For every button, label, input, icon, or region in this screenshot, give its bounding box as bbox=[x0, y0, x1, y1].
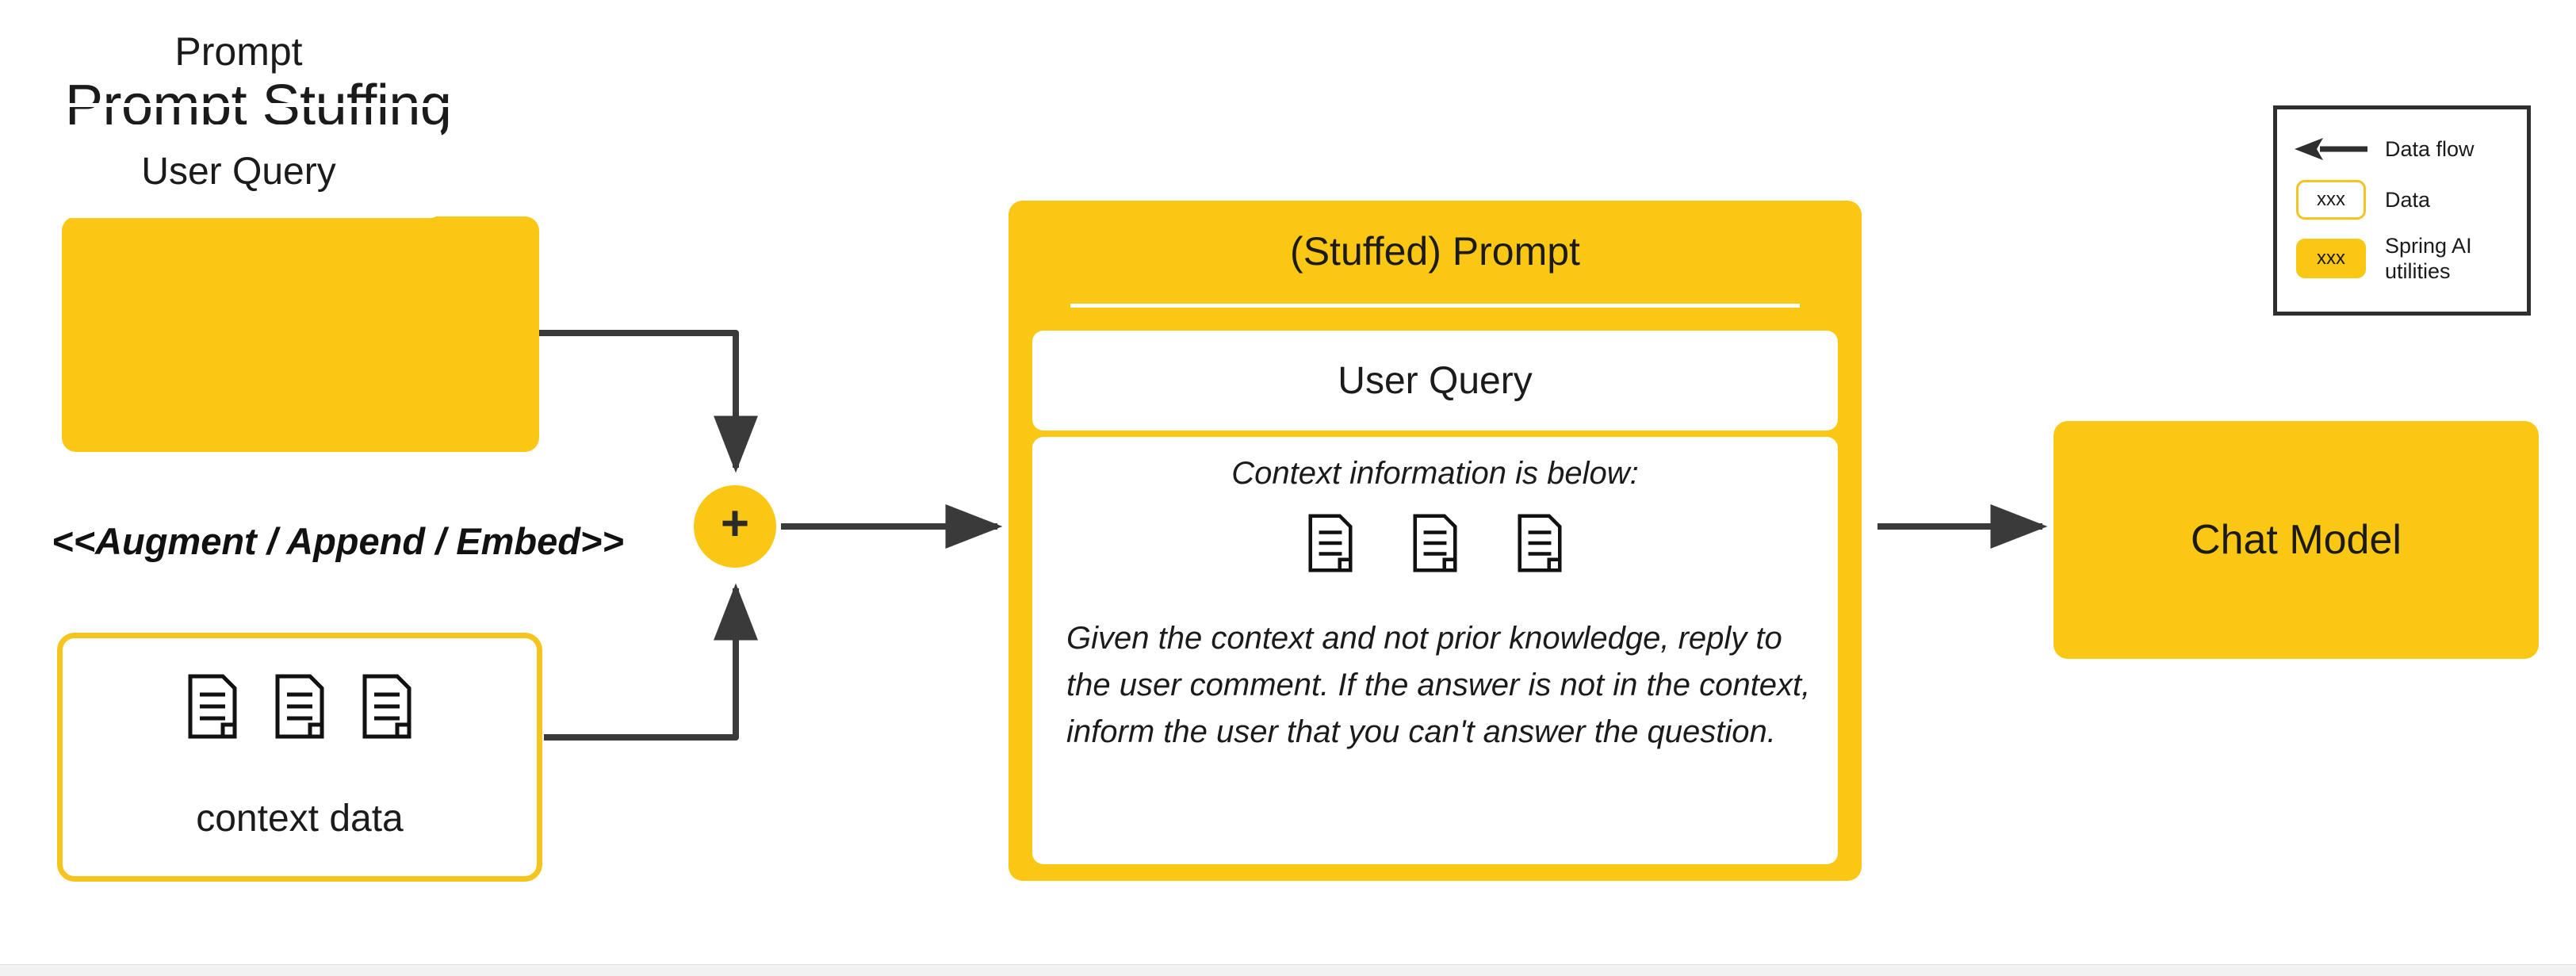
context-data-card[interactable] bbox=[57, 633, 542, 882]
prompt-card[interactable] bbox=[62, 216, 539, 452]
prompt-card-divider bbox=[62, 103, 477, 107]
arrow-context-to-merge bbox=[544, 583, 758, 741]
document-icon bbox=[1518, 514, 1562, 572]
context-data-label: context data bbox=[196, 798, 404, 840]
context-data-documents bbox=[57, 674, 542, 739]
document-icon bbox=[1308, 514, 1353, 572]
document-icon bbox=[188, 674, 237, 739]
spring-chip: xxx bbox=[2291, 239, 2371, 278]
stuffed-context-documents bbox=[1032, 514, 1838, 572]
legend-row-spring-ai-utilities: xxx Spring AI utilities bbox=[2291, 228, 2521, 289]
prompt-card-title: Prompt bbox=[174, 29, 303, 74]
legend-chip-spring-text: xxx bbox=[2296, 239, 2366, 278]
prompt-user-query-label: User Query bbox=[141, 150, 336, 193]
stuffed-prompt-divider bbox=[1070, 304, 1800, 308]
legend-row-data-flow: Data flow bbox=[2291, 127, 2521, 171]
chat-model-label: Chat Model bbox=[2191, 517, 2402, 563]
merge-plus-node[interactable]: + bbox=[694, 485, 776, 568]
document-icon bbox=[1413, 514, 1457, 572]
chat-model-card[interactable]: Chat Model bbox=[2054, 421, 2539, 659]
stuffed-context-heading: Context information is below: bbox=[1231, 456, 1639, 491]
stuffed-user-query-label: User Query bbox=[1338, 359, 1533, 402]
arrow-prompt-to-merge bbox=[539, 330, 758, 473]
data-chip: xxx bbox=[2291, 180, 2371, 220]
legend-label-spring-line1: Spring AI bbox=[2385, 233, 2472, 258]
legend-row-data: xxx Data bbox=[2291, 176, 2521, 224]
diagram-canvas: Prompt Stuffing Prompt User Query <<Augm… bbox=[0, 0, 2576, 976]
legend-label-data: Data bbox=[2385, 187, 2431, 212]
stuffed-prompt-instruction: Given the context and not prior knowledg… bbox=[1066, 621, 1811, 750]
legend-label-spring-line2: utilities bbox=[2385, 259, 2451, 283]
augment-append-embed-label: <<Augment / Append / Embed>> bbox=[52, 520, 624, 562]
bottom-strip bbox=[0, 964, 2576, 976]
stuffed-prompt-title: (Stuffed) Prompt bbox=[1290, 229, 1580, 274]
legend-label-spring-ai-utilities: Spring AI utilities bbox=[2371, 233, 2472, 285]
legend-label-data-flow: Data flow bbox=[2385, 136, 2475, 161]
legend-chip-data-text: xxx bbox=[2296, 180, 2366, 220]
document-icon bbox=[362, 674, 411, 739]
document-icon bbox=[275, 674, 324, 739]
arrow-left-icon bbox=[2291, 137, 2371, 161]
